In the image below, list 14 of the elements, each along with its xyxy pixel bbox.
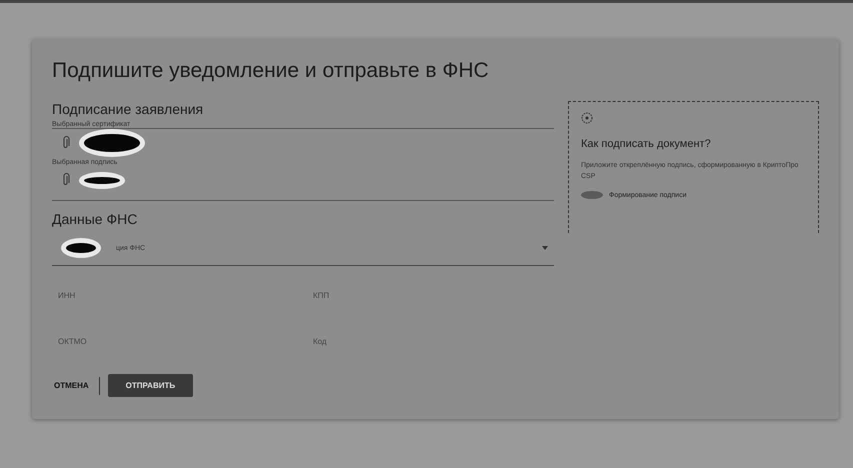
input-field[interactable]: КПП bbox=[307, 272, 554, 318]
send-button[interactable]: ОТПРАВИТЬ bbox=[108, 374, 194, 397]
info-icon bbox=[581, 112, 593, 124]
cancel-button[interactable]: ОТМЕНА bbox=[52, 375, 91, 396]
help-title: Как подписать документ? bbox=[581, 138, 712, 150]
caret-icon bbox=[542, 246, 548, 250]
input-field[interactable]: ОКТМО bbox=[52, 318, 299, 364]
section-heading: Данные ФНС bbox=[52, 211, 138, 227]
section-heading: Подписание заявления bbox=[52, 101, 204, 117]
input-field[interactable]: Код bbox=[307, 318, 554, 364]
paperclip-icon[interactable] bbox=[62, 173, 70, 187]
input-field[interactable]: ИНН bbox=[52, 272, 299, 318]
dialog-title: Подпишите уведомление и отправьте в ФНС bbox=[52, 59, 490, 83]
paperclip-icon[interactable] bbox=[62, 136, 70, 150]
